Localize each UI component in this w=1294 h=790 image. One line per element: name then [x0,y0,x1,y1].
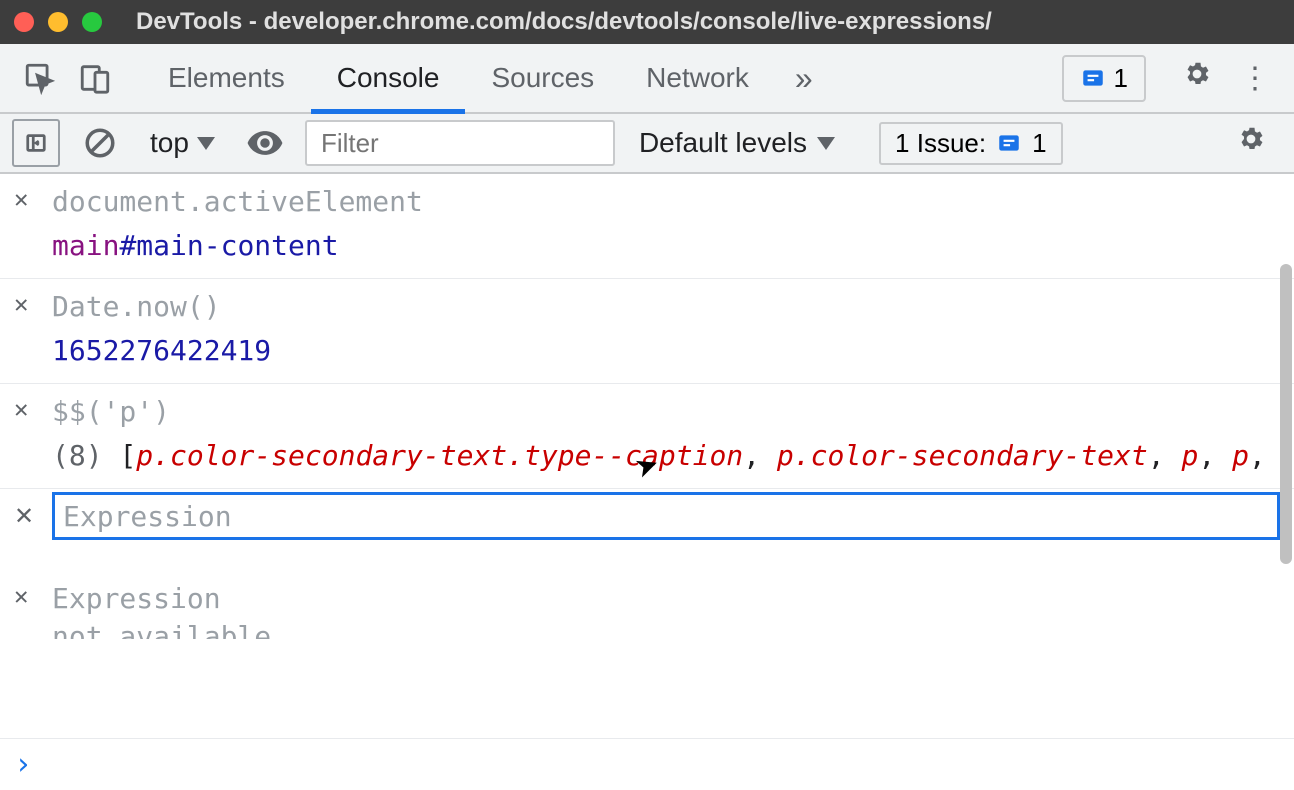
close-window-button[interactable] [14,12,34,32]
expression-text[interactable]: Date.now() [52,285,1280,329]
tab-network[interactable]: Network [620,44,775,112]
tab-elements[interactable]: Elements [142,44,311,112]
issues-badge[interactable]: 1 [1062,55,1146,102]
console-content: ✕ document.activeElement main#main-conte… [0,174,1294,738]
expression-text[interactable]: $$('p') [52,390,1280,434]
more-tabs-button[interactable]: » [775,44,833,112]
expression-text[interactable]: Expression [52,577,1280,621]
live-expression-row: ✕ document.activeElement main#main-conte… [0,174,1294,279]
live-expression-row: ✕ Date.now() 1652276422419 [0,279,1294,384]
chevron-down-icon [197,137,215,150]
remove-expression-button[interactable]: ✕ [14,180,38,218]
issues-counter[interactable]: 1 Issue: 1 [879,122,1063,165]
chevron-down-icon [817,137,835,150]
expression-result: not available [52,621,1280,639]
execution-context-select[interactable]: top [140,127,225,159]
issue-label: 1 Issue: [895,128,986,159]
window-title: DevTools - developer.chrome.com/docs/dev… [136,8,992,36]
remove-expression-button[interactable]: ✕ [14,502,38,531]
panel-tabs: Elements Console Sources Network » [142,44,833,112]
inspect-element-button[interactable] [12,51,67,106]
live-expression-editor-row: ✕ [0,489,1294,543]
console-prompt[interactable]: › [0,738,1294,790]
maximize-window-button[interactable] [82,12,102,32]
console-settings-button[interactable] [1220,124,1282,162]
expression-text[interactable]: document.activeElement [52,180,1280,224]
remove-expression-button[interactable]: ✕ [14,390,38,428]
tab-sources[interactable]: Sources [465,44,620,112]
remove-expression-button[interactable]: ✕ [14,285,38,323]
live-expression-row: ✕ $$('p') (8) [p.color-secondary-text.ty… [0,384,1294,489]
filter-input[interactable] [305,120,615,166]
issues-count: 1 [1114,63,1128,94]
prompt-caret-icon: › [14,747,32,782]
issue-icon [1080,65,1106,91]
tab-console[interactable]: Console [311,44,466,112]
more-options-button[interactable]: ⋮ [1228,61,1282,96]
main-toolbar: Elements Console Sources Network » 1 ⋮ [0,44,1294,114]
settings-button[interactable] [1166,59,1228,97]
minimize-window-button[interactable] [48,12,68,32]
clear-console-button[interactable] [76,119,124,167]
context-label: top [150,127,189,159]
scrollbar-thumb[interactable] [1280,264,1292,564]
remove-expression-button[interactable]: ✕ [14,577,38,615]
expression-result[interactable]: (8) [p.color-secondary-text.type--captio… [52,434,1280,478]
live-expression-row: ✕ Expression not available [0,571,1294,639]
device-toolbar-button[interactable] [67,51,122,106]
console-sidebar-toggle[interactable] [12,119,60,167]
issue-count: 1 [1032,128,1046,159]
levels-label: Default levels [639,127,807,159]
console-toolbar: top Default levels 1 Issue: 1 [0,114,1294,174]
expression-input[interactable] [52,492,1280,540]
expression-result[interactable]: main#main-content [52,224,1280,268]
log-levels-select[interactable]: Default levels [631,127,843,159]
expression-result[interactable]: 1652276422419 [52,329,1280,373]
window-titlebar: DevTools - developer.chrome.com/docs/dev… [0,0,1294,44]
issue-icon [996,130,1022,156]
traffic-lights [14,12,102,32]
create-live-expression-button[interactable] [241,119,289,167]
